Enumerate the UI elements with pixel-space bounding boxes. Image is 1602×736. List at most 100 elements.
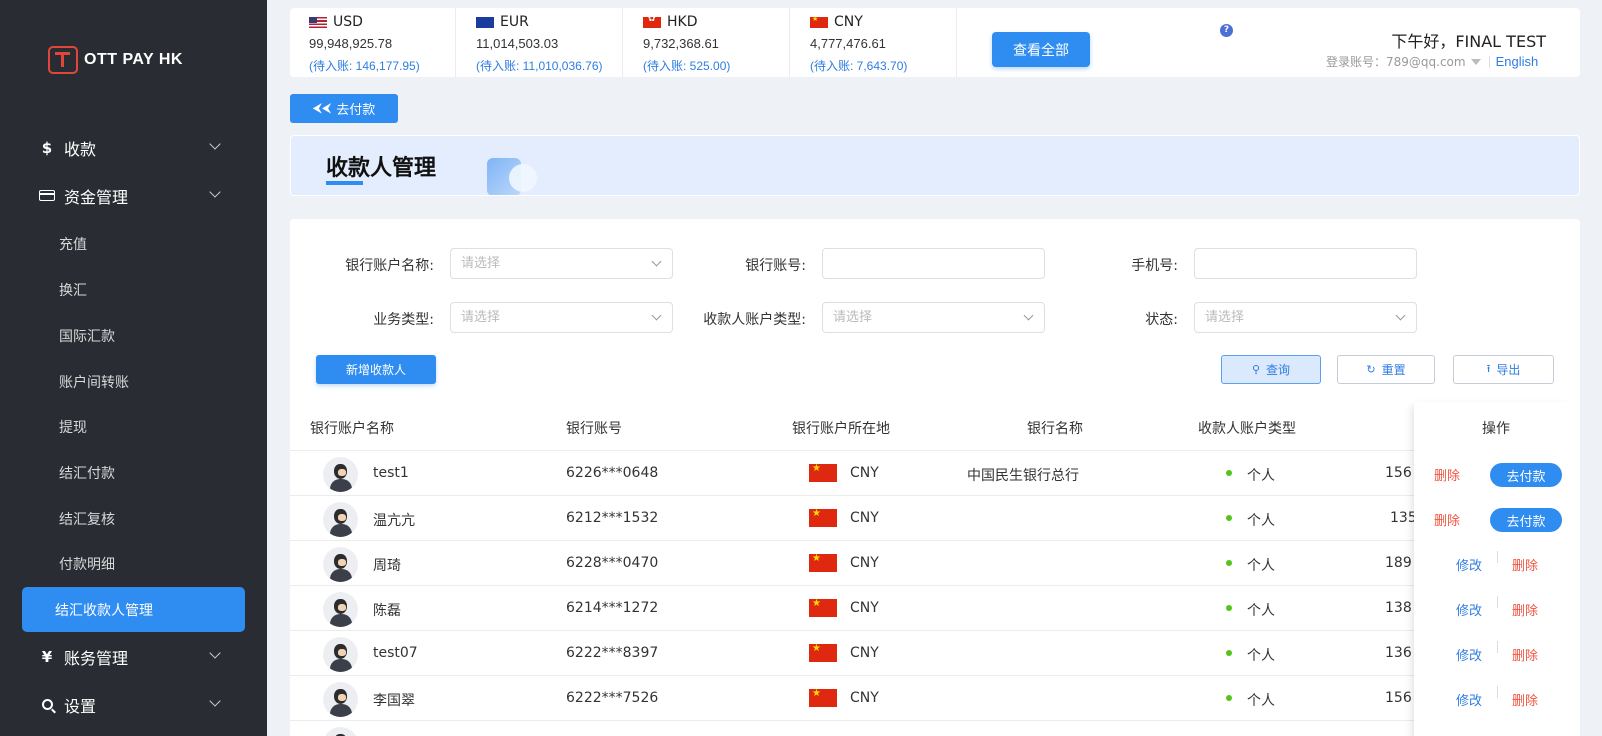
cell-account-name: 李国翠	[373, 693, 415, 709]
avatar	[323, 637, 358, 672]
submenu-item-topup[interactable]: 充值	[0, 224, 267, 264]
cell-payee-type: 个人	[1247, 468, 1275, 484]
balance-amount: 99,948,925.78	[309, 36, 393, 51]
col-account-name: 银行账户名称	[310, 421, 394, 437]
cell-account-number: 6212***1532	[566, 510, 659, 526]
query-button[interactable]: ⚲ 查询	[1221, 355, 1321, 384]
avatar	[323, 682, 358, 717]
balance-amount: 4,777,476.61	[810, 36, 886, 51]
delete-link[interactable]: 删除	[1512, 600, 1538, 619]
avatar	[323, 592, 358, 627]
table-row: 周琦 6228***0470 CNY 个人 189	[290, 541, 1580, 586]
delete-link[interactable]: 删除	[1512, 690, 1538, 709]
language-switch[interactable]: English	[1496, 54, 1539, 69]
balance-eur: EUR 11,014,503.03 (待入账: 11,010,036.76)	[457, 8, 623, 77]
table-row: 陈磊 6214***1272 CNY 个人 138	[290, 586, 1580, 631]
menu-item-fund-management[interactable]: 资金管理	[0, 174, 267, 218]
edit-link[interactable]: 修改	[1456, 555, 1482, 574]
go-pay-button[interactable]: ⮜⮜ 去付款	[290, 94, 398, 123]
cn-flag-icon	[809, 688, 837, 707]
delete-link[interactable]: 删除	[1512, 555, 1538, 574]
menu-item-accounting[interactable]: ¥ 账务管理	[0, 635, 267, 679]
col-payee-type: 收款人账户类型	[1198, 421, 1296, 437]
cn-flag-icon	[809, 598, 837, 617]
payee-account-type-select[interactable]: 请选择	[822, 302, 1045, 333]
submenu-item-settlement-review[interactable]: 结汇复核	[0, 499, 267, 539]
balance-amount: 11,014,503.03	[476, 36, 559, 51]
decorative-circle	[509, 164, 537, 192]
status-select[interactable]: 请选择	[1194, 302, 1417, 333]
submenu-item-withdraw[interactable]: 提现	[0, 407, 267, 447]
divider	[1497, 686, 1498, 698]
submenu-item-settlement-payment[interactable]: 结汇付款	[0, 453, 267, 493]
query-label: 查询	[1266, 363, 1291, 377]
chevron-down-icon	[651, 310, 662, 321]
menu-item-label: 账务管理	[64, 649, 129, 668]
status-dot	[1226, 515, 1232, 521]
go-pay-row-button[interactable]: 去付款	[1490, 463, 1562, 487]
submenu-item-exchange[interactable]: 换汇	[0, 270, 267, 310]
table-row: test1 6226***0648 CNY 中国民生银行总行 个人 156	[290, 451, 1580, 496]
table-row: 温亢亢 6212***1532 CNY 个人 135	[290, 496, 1580, 541]
pending-amount: (待入账: 7,643.70)	[810, 59, 908, 73]
add-payee-button[interactable]: 新增收款人	[316, 355, 436, 384]
eu-flag-icon	[476, 16, 494, 28]
caret-down-icon[interactable]	[1470, 58, 1481, 65]
search-icon	[38, 696, 56, 714]
balance-usd: USD 99,948,925.78 (待入账: 146,177.95)	[290, 8, 456, 77]
cn-flag-icon	[809, 553, 837, 572]
go-pay-row-button[interactable]: 去付款	[1490, 508, 1562, 532]
delete-link[interactable]: 删除	[1434, 465, 1460, 484]
cell-phone: 156	[1385, 690, 1412, 706]
view-all-button[interactable]: 查看全部	[992, 32, 1090, 67]
menu-item-settings[interactable]: 设置	[0, 683, 267, 727]
reset-label: 重置	[1381, 363, 1406, 377]
account-number-input[interactable]	[822, 248, 1045, 279]
cell-currency: CNY	[850, 600, 879, 616]
business-type-select[interactable]: 请选择	[450, 302, 673, 333]
help-icon[interactable]: ?	[1220, 24, 1233, 37]
submenu-item-payment-details[interactable]: 付款明细	[0, 544, 267, 584]
status-dot	[1226, 695, 1232, 701]
account-name-select[interactable]: 请选择	[450, 248, 673, 279]
chevron-down-icon	[209, 186, 221, 198]
edit-link[interactable]: 修改	[1456, 690, 1482, 709]
avatar	[323, 547, 358, 582]
cell-account-number: 6228***0470	[566, 555, 659, 571]
export-button[interactable]: ⭱ 导出	[1453, 355, 1554, 384]
title-underline	[326, 181, 363, 185]
chevron-down-icon	[209, 138, 221, 150]
cn-flag-icon	[809, 508, 837, 527]
cell-payee-type: 个人	[1247, 558, 1275, 574]
delete-link[interactable]: 删除	[1434, 510, 1460, 529]
cell-payee-type: 个人	[1247, 693, 1275, 709]
edit-link[interactable]: 修改	[1456, 600, 1482, 619]
cell-phone: 136	[1385, 645, 1412, 661]
cell-account-name: 周琦	[373, 558, 401, 574]
submenu-item-international-remittance[interactable]: 国际汇款	[0, 316, 267, 356]
avatar	[323, 502, 358, 537]
divider	[1497, 596, 1498, 608]
cell-currency: CNY	[850, 690, 879, 706]
currency-code: HKD	[667, 14, 698, 30]
reset-button[interactable]: ↻ 重置	[1337, 355, 1435, 384]
logo: OTT PAY HK	[48, 46, 183, 74]
edit-link[interactable]: 修改	[1456, 645, 1482, 664]
currency-code: USD	[333, 14, 363, 30]
phone-input[interactable]	[1194, 248, 1417, 279]
submenu-item-payee-management[interactable]: 结汇收款人管理	[22, 587, 245, 632]
delete-link[interactable]: 删除	[1512, 645, 1538, 664]
col-bank-name: 银行名称	[1027, 421, 1083, 437]
login-info: 登录账号：789@qq.com English	[1326, 53, 1538, 70]
export-label: 导出	[1496, 363, 1521, 377]
balance-cny: CNY 4,777,476.61 (待入账: 7,643.70)	[791, 8, 957, 77]
main-panel: 银行账户名称: 请选择 银行账号: 手机号: 业务类型: 请选择 收款人账户类型…	[290, 219, 1580, 736]
chevron-down-icon	[651, 256, 662, 267]
business-type-label: 业务类型:	[373, 312, 434, 328]
submenu-item-internal-transfer[interactable]: 账户间转账	[0, 362, 267, 402]
menu-item-receive[interactable]: $ 收款	[0, 126, 267, 170]
col-location: 银行账户所在地	[792, 421, 890, 437]
greeting: 下午好，FINAL TEST	[1391, 32, 1546, 51]
status-dot	[1226, 650, 1232, 656]
cell-account-name: test1	[373, 465, 409, 481]
